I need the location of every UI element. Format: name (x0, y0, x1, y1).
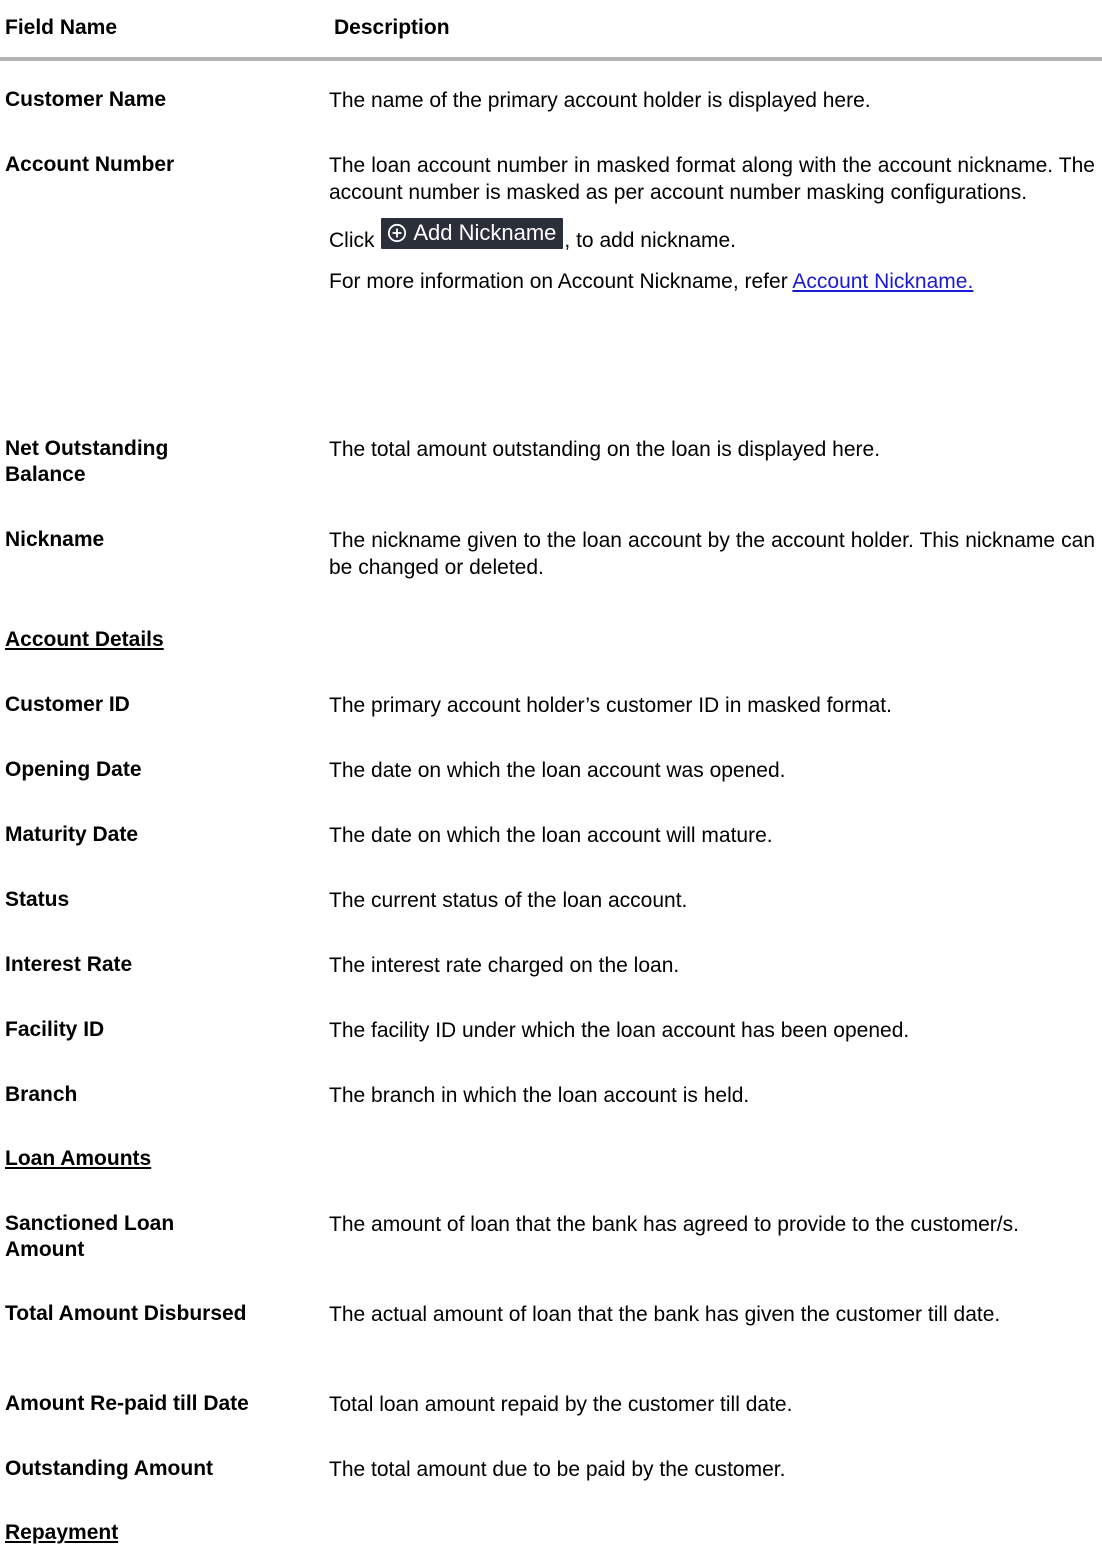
add-nickname-button[interactable]: Add Nickname (381, 218, 564, 249)
field-name: Account Number (5, 153, 175, 176)
section-heading-repayment: Repayment (5, 1521, 119, 1544)
field-name: Status (5, 888, 70, 911)
field-description: The facility ID under which the loan acc… (329, 1019, 910, 1042)
field-name: Total Amount Disbursed (5, 1302, 247, 1325)
field-name: Customer ID (5, 693, 130, 716)
click-prefix: Click (329, 229, 375, 252)
field-description: The loan account number in masked format… (329, 152, 1095, 295)
field-description: The date on which the loan account will … (329, 824, 773, 847)
field-name: Outstanding Amount (5, 1457, 214, 1480)
field-description: The interest rate charged on the loan. (329, 954, 680, 977)
field-description: The branch in which the loan account is … (329, 1084, 750, 1107)
add-nickname-instruction: Click Add Nickname , to add nickname. (329, 218, 1095, 254)
field-name: Facility ID (5, 1018, 105, 1041)
field-name: Net Outstanding Balance (5, 437, 169, 486)
field-description: The actual amount of loan that the bank … (329, 1303, 1001, 1326)
more-info-text: For more information on Account Nickname… (329, 268, 1095, 295)
header-divider (0, 57, 1102, 61)
field-name: Opening Date (5, 758, 142, 781)
add-nickname-label: Add Nickname (413, 220, 557, 245)
more-info-label: For more information on Account Nickname… (329, 270, 788, 293)
field-description: The total amount outstanding on the loan… (329, 438, 881, 461)
column-header-field-name: Field Name (5, 16, 118, 39)
column-header-description: Description (334, 16, 450, 39)
account-number-description: The loan account number in masked format… (329, 154, 1095, 204)
field-description: The primary account holder’s customer ID… (329, 694, 892, 717)
field-description: The amount of loan that the bank has agr… (329, 1213, 1019, 1236)
field-name: Amount Re-paid till Date (5, 1392, 249, 1415)
field-description: The nickname given to the loan account b… (329, 529, 1095, 579)
field-description: The name of the primary account holder i… (329, 89, 871, 112)
field-name: Nickname (5, 528, 105, 551)
link-period: . (967, 270, 974, 293)
field-name: Maturity Date (5, 823, 139, 846)
field-name: Branch (5, 1083, 78, 1106)
account-nickname-link[interactable]: Account Nickname (792, 270, 967, 293)
plus-circle-icon (388, 223, 407, 243)
table-header: Field Name Description (0, 0, 1102, 61)
section-heading-loan-amounts: Loan Amounts (5, 1147, 152, 1170)
section-heading-account-details: Account Details (5, 628, 164, 651)
field-description: The current status of the loan account. (329, 889, 688, 912)
field-name: Customer Name (5, 88, 167, 111)
click-suffix: , to add nickname. (564, 229, 737, 252)
field-description: The date on which the loan account was o… (329, 759, 786, 782)
field-description: The total amount due to be paid by the c… (329, 1458, 786, 1481)
field-name: Interest Rate (5, 953, 133, 976)
field-name: Sanctioned Loan Amount (5, 1212, 175, 1261)
field-description: Total loan amount repaid by the customer… (329, 1393, 793, 1416)
